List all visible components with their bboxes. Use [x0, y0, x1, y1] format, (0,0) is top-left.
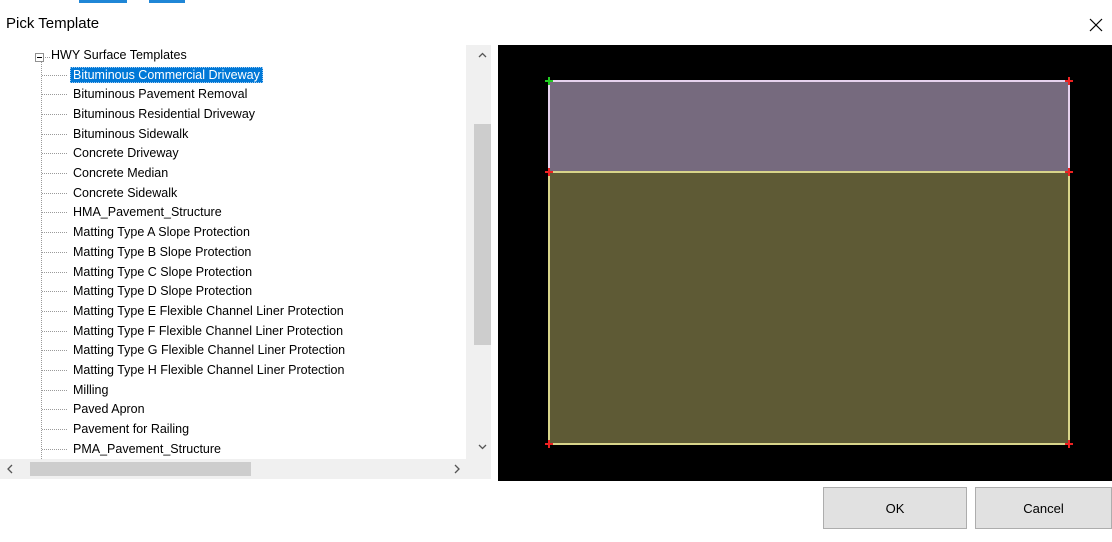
- tree-item[interactable]: PMA_Pavement_Structure: [8, 439, 474, 459]
- tree-root-node[interactable]: HWY Surface Templates: [8, 45, 474, 65]
- tree-item-label: Bituminous Residential Driveway: [73, 106, 256, 121]
- tree-item-label: Paved Apron: [73, 402, 145, 417]
- top-layer-component: [548, 80, 1070, 173]
- ok-button[interactable]: OK: [823, 487, 967, 529]
- tree-item[interactable]: Matting Type E Flexible Channel Liner Pr…: [8, 301, 474, 321]
- tree-item[interactable]: Concrete Sidewalk: [8, 183, 474, 203]
- tree-item-label: Matting Type B Slope Protection: [73, 244, 252, 259]
- tree-item-label: Concrete Sidewalk: [73, 185, 178, 200]
- tree-item[interactable]: Matting Type C Slope Protection: [8, 262, 474, 282]
- close-icon: [1089, 18, 1103, 32]
- tree-item[interactable]: Bituminous Sidewalk: [8, 124, 474, 144]
- tree-item[interactable]: Bituminous Residential Driveway: [8, 104, 474, 124]
- chevron-up-icon: [478, 52, 487, 58]
- tree-item[interactable]: Paved Apron: [8, 399, 474, 419]
- tree-item-label: Concrete Median: [73, 166, 169, 180]
- template-preview: [498, 45, 1112, 481]
- tree-item-label: Matting Type C Slope Protection: [73, 264, 253, 279]
- scroll-up-button[interactable]: [466, 45, 491, 75]
- horizontal-scroll-thumb[interactable]: [30, 462, 251, 476]
- tree-item[interactable]: Bituminous Commercial Driveway: [8, 65, 474, 85]
- tree-item[interactable]: Bituminous Pavement Removal: [8, 84, 474, 104]
- tree-item[interactable]: Milling: [8, 380, 474, 400]
- scroll-corner: [466, 459, 491, 479]
- tree-item[interactable]: Matting Type H Flexible Channel Liner Pr…: [8, 360, 474, 380]
- collapse-icon[interactable]: [35, 53, 44, 62]
- dialog-title: Pick Template: [6, 15, 100, 32]
- tree-item-label: Bituminous Sidewalk: [73, 126, 189, 141]
- tree-item-label: Matting Type A Slope Protection: [73, 225, 250, 240]
- bottom-layer-component: [548, 171, 1070, 445]
- tree-item-label: Matting Type D Slope Protection: [73, 284, 253, 299]
- tree-root-label: HWY Surface Templates: [51, 48, 187, 62]
- vertical-scroll-thumb[interactable]: [474, 124, 491, 345]
- tree-item-label: Pavement for Railing: [73, 422, 190, 437]
- tree-item-label: HMA_Pavement_Structure: [73, 205, 222, 220]
- template-tree[interactable]: HWY Surface Templates Bituminous Commerc…: [8, 45, 474, 480]
- tree-item[interactable]: Matting Type A Slope Protection: [8, 222, 474, 242]
- tree-horizontal-scrollbar[interactable]: [0, 459, 466, 479]
- tree-item-label: Bituminous Commercial Driveway: [70, 66, 263, 83]
- template-preview-drawing: [498, 45, 1112, 481]
- title-accent-strip: [79, 0, 209, 3]
- chevron-left-icon: [7, 464, 13, 474]
- tree-item-label: Matting Type G Flexible Channel Liner Pr…: [73, 343, 346, 358]
- tree-item[interactable]: Matting Type D Slope Protection: [8, 281, 474, 301]
- tree-vertical-scrollbar[interactable]: [466, 45, 491, 459]
- chevron-right-icon: [454, 464, 460, 474]
- tree-item[interactable]: Matting Type G Flexible Channel Liner Pr…: [8, 340, 474, 360]
- tree-item[interactable]: Pavement for Railing: [8, 419, 474, 439]
- chevron-down-icon: [478, 444, 487, 450]
- scroll-right-button[interactable]: [436, 459, 466, 479]
- tree-item-label: Matting Type F Flexible Channel Liner Pr…: [73, 323, 344, 338]
- tree-item-label: Bituminous Pavement Removal: [73, 87, 248, 102]
- tree-item[interactable]: Concrete Driveway: [8, 143, 474, 163]
- tree-item-label: PMA_Pavement_Structure: [73, 441, 221, 456]
- cancel-button[interactable]: Cancel: [975, 487, 1112, 529]
- tree-item[interactable]: Concrete Median: [8, 163, 474, 183]
- tree-item-label: Milling: [73, 382, 109, 397]
- tree-item-label: Concrete Driveway: [73, 146, 179, 161]
- title-bar: Pick Template: [0, 0, 1112, 46]
- tree-item-label: Matting Type H Flexible Channel Liner Pr…: [73, 363, 345, 377]
- tree-item[interactable]: Matting Type F Flexible Channel Liner Pr…: [8, 321, 474, 341]
- close-button[interactable]: [1080, 10, 1112, 40]
- tree-item[interactable]: HMA_Pavement_Structure: [8, 202, 474, 222]
- tree-item[interactable]: Matting Type B Slope Protection: [8, 242, 474, 262]
- scroll-down-button[interactable]: [466, 429, 491, 459]
- tree-item-label: Matting Type E Flexible Channel Liner Pr…: [73, 303, 344, 318]
- scroll-left-button[interactable]: [0, 459, 30, 479]
